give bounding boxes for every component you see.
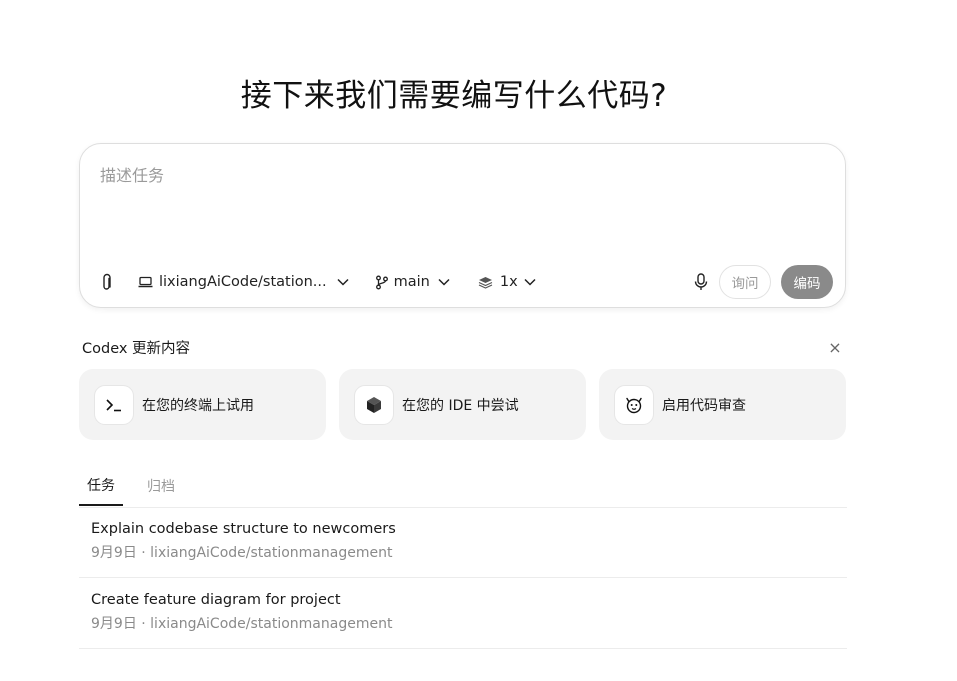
layers-icon — [478, 276, 493, 289]
card-enable-code-review[interactable]: 启用代码审查 — [599, 369, 846, 440]
task-row[interactable]: Explain codebase structure to newcomers … — [79, 507, 847, 578]
page-title: 接下来我们需要编写什么代码? — [240, 78, 668, 114]
task-meta: 9月9日 · lixiangAiCode/stationmanagement — [91, 545, 393, 561]
task-composer: 描述任务 lixiangAiCode/station... main 1x 询问… — [79, 143, 846, 308]
laptop-icon — [138, 276, 153, 288]
task-meta: 9月9日 · lixiangAiCode/stationmanagement — [91, 616, 393, 632]
voice-input-button[interactable] — [687, 273, 715, 291]
task-title: Create feature diagram for project — [91, 592, 341, 608]
task-description-input[interactable]: 描述任务 — [100, 162, 164, 186]
card-label: 启用代码审查 — [662, 397, 746, 414]
card-label: 在您的终端上试用 — [142, 397, 254, 414]
git-branch-icon — [375, 275, 389, 290]
task-title: Explain codebase structure to newcomers — [91, 521, 396, 537]
task-row[interactable]: Create feature diagram for project 9月9日 … — [79, 578, 847, 649]
task-tabs: 任务 归档 — [79, 465, 847, 508]
tab-archive[interactable]: 归档 — [139, 465, 183, 506]
branch-selector[interactable]: main — [375, 274, 450, 290]
microphone-icon — [694, 273, 708, 291]
branch-label: main — [393, 274, 430, 290]
tab-tasks[interactable]: 任务 — [79, 465, 123, 506]
attempts-selector[interactable]: 1x — [478, 274, 536, 290]
updates-title: Codex 更新内容 — [82, 341, 191, 357]
code-button[interactable]: 编码 — [781, 265, 833, 299]
close-icon[interactable]: × — [826, 338, 844, 357]
card-try-ide[interactable]: 在您的 IDE 中尝试 — [339, 369, 586, 440]
task-list: Explain codebase structure to newcomers … — [79, 507, 847, 649]
card-label: 在您的 IDE 中尝试 — [402, 397, 519, 414]
chevron-down-icon — [524, 278, 536, 286]
review-face-icon — [614, 384, 654, 425]
attempts-label: 1x — [499, 274, 518, 290]
chevron-down-icon — [337, 278, 349, 286]
paperclip-icon — [101, 273, 115, 291]
cube-icon — [354, 384, 394, 425]
composer-toolbar: lixiangAiCode/station... main 1x 询问 编码 — [94, 265, 833, 299]
update-cards: 在您的终端上试用 在您的 IDE 中尝试 启用代码审查 — [79, 369, 846, 440]
ask-button[interactable]: 询问 — [719, 265, 771, 299]
chevron-down-icon — [438, 278, 450, 286]
terminal-icon — [94, 384, 134, 425]
updates-header: Codex 更新内容 × — [82, 337, 844, 358]
repo-label: lixiangAiCode/station... — [159, 274, 327, 290]
repo-selector[interactable]: lixiangAiCode/station... — [138, 274, 349, 290]
card-try-terminal[interactable]: 在您的终端上试用 — [79, 369, 326, 440]
attach-button[interactable] — [94, 273, 122, 291]
